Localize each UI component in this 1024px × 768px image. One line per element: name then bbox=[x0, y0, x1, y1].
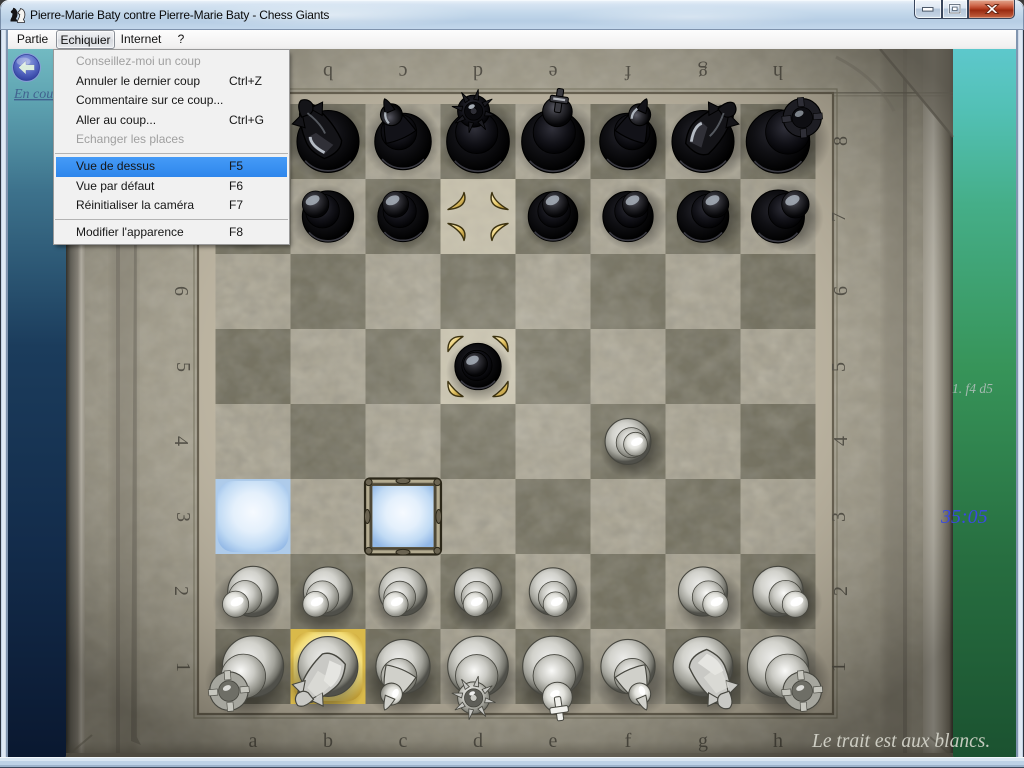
svg-text:35:05: 35:05 bbox=[940, 506, 988, 528]
svg-text:1. f4 d5: 1. f4 d5 bbox=[952, 381, 993, 396]
svg-text:Le trait est aux blancs.: Le trait est aux blancs. bbox=[811, 731, 990, 752]
